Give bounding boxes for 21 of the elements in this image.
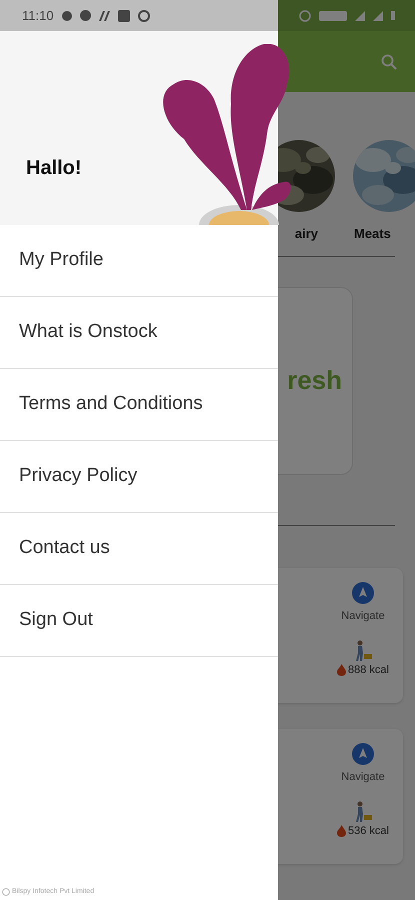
speed-indicator-icon [319,10,347,20]
navigate-label: Navigate [341,608,385,624]
calories-label: 888 kcal [348,663,389,678]
app-square-icon [118,10,130,22]
category-label[interactable]: Meats [352,224,391,244]
navigate-label: Navigate [341,770,385,784]
greeting: Hallo! [26,156,82,181]
banner-text: resh [287,364,342,397]
flame-icon [337,664,346,676]
status-time: 11:10 [22,6,54,25]
slash-icon [98,10,110,20]
navigation-icon[interactable] [352,582,374,604]
flame-icon [337,825,346,838]
walking-person-icon [353,801,373,823]
ring-icon [138,10,150,22]
category-label[interactable]: airy [294,224,336,244]
walking-person-icon [353,640,373,662]
calories-label: 536 kcal [348,824,389,839]
search-icon[interactable] [381,54,397,70]
copyright-icon [2,888,10,896]
navigation-icon[interactable] [352,742,374,764]
